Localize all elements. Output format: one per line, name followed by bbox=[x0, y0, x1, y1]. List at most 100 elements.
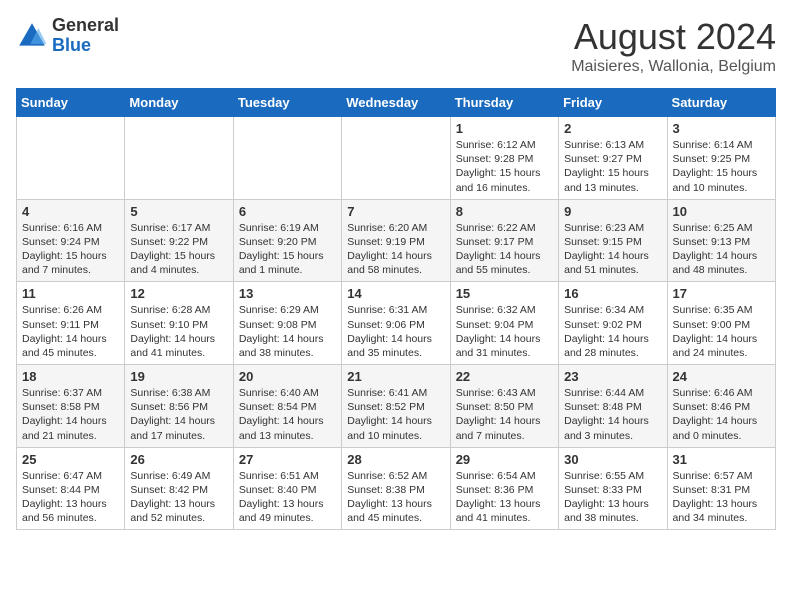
day-info: Sunrise: 6:54 AMSunset: 8:36 PMDaylight:… bbox=[456, 469, 553, 526]
calendar-cell: 27 Sunrise: 6:51 AMSunset: 8:40 PMDayligh… bbox=[233, 447, 341, 530]
calendar-cell: 30 Sunrise: 6:55 AMSunset: 8:33 PMDayligh… bbox=[559, 447, 667, 530]
calendar-cell: 17Sunrise: 6:35 AMSunset: 9:00 PMDayligh… bbox=[667, 282, 775, 365]
days-header-row: SundayMondayTuesdayWednesdayThursdayFrid… bbox=[17, 89, 776, 117]
day-number: 14 bbox=[347, 286, 444, 301]
day-number: 22 bbox=[456, 369, 553, 384]
day-of-week-header: Monday bbox=[125, 89, 233, 117]
calendar-cell: 24 Sunrise: 6:46 AMSunset: 8:46 PMDayligh… bbox=[667, 365, 775, 448]
day-number: 15 bbox=[456, 286, 553, 301]
calendar-cell: 18 Sunrise: 6:37 AMSunset: 8:58 PMDayligh… bbox=[17, 365, 125, 448]
day-number: 7 bbox=[347, 204, 444, 219]
calendar-cell bbox=[233, 117, 341, 200]
logo: General Blue bbox=[16, 16, 119, 56]
day-number: 18 bbox=[22, 369, 119, 384]
day-number: 16 bbox=[564, 286, 661, 301]
day-number: 25 bbox=[22, 452, 119, 467]
day-number: 4 bbox=[22, 204, 119, 219]
calendar-cell: 13Sunrise: 6:29 AMSunset: 9:08 PMDayligh… bbox=[233, 282, 341, 365]
day-info: Sunrise: 6:29 AMSunset: 9:08 PMDaylight:… bbox=[239, 303, 336, 360]
calendar-week-row: 25Sunrise: 6:47 AMSunset: 8:44 PMDayligh… bbox=[17, 447, 776, 530]
calendar-week-row: 18 Sunrise: 6:37 AMSunset: 8:58 PMDayligh… bbox=[17, 365, 776, 448]
calendar-cell: 5Sunrise: 6:17 AMSunset: 9:22 PMDaylight… bbox=[125, 199, 233, 282]
logo-general-text: General bbox=[52, 16, 119, 36]
day-number: 12 bbox=[130, 286, 227, 301]
calendar-cell: 7Sunrise: 6:20 AMSunset: 9:19 PMDaylight… bbox=[342, 199, 450, 282]
logo-blue-text: Blue bbox=[52, 36, 119, 56]
calendar-cell: 28 Sunrise: 6:52 AMSunset: 8:38 PMDayligh… bbox=[342, 447, 450, 530]
day-info: Sunrise: 6:51 AMSunset: 8:40 PMDaylight:… bbox=[239, 469, 336, 526]
day-info: Sunrise: 6:34 AMSunset: 9:02 PMDaylight:… bbox=[564, 303, 661, 360]
calendar-cell: 9 Sunrise: 6:23 AMSunset: 9:15 PMDaylight… bbox=[559, 199, 667, 282]
day-info: Sunrise: 6:23 AMSunset: 9:15 PMDaylight:… bbox=[564, 221, 661, 278]
location-subtitle: Maisieres, Wallonia, Belgium bbox=[571, 58, 776, 76]
day-number: 20 bbox=[239, 369, 336, 384]
title-area: August 2024 Maisieres, Wallonia, Belgium bbox=[571, 16, 776, 76]
day-number: 29 bbox=[456, 452, 553, 467]
day-number: 31 bbox=[673, 452, 770, 467]
calendar-cell bbox=[342, 117, 450, 200]
calendar-table: SundayMondayTuesdayWednesdayThursdayFrid… bbox=[16, 88, 776, 530]
day-info: Sunrise: 6:32 AMSunset: 9:04 PMDaylight:… bbox=[456, 303, 553, 360]
day-number: 23 bbox=[564, 369, 661, 384]
calendar-cell: 15 Sunrise: 6:32 AMSunset: 9:04 PMDayligh… bbox=[450, 282, 558, 365]
day-number: 30 bbox=[564, 452, 661, 467]
day-info: Sunrise: 6:49 AMSunset: 8:42 PMDaylight:… bbox=[130, 469, 227, 526]
day-info: Sunrise: 6:37 AMSunset: 8:58 PMDaylight:… bbox=[22, 386, 119, 443]
day-number: 21 bbox=[347, 369, 444, 384]
day-info: Sunrise: 6:19 AMSunset: 9:20 PMDaylight:… bbox=[239, 221, 336, 278]
day-number: 2 bbox=[564, 121, 661, 136]
day-info: Sunrise: 6:26 AMSunset: 9:11 PMDaylight:… bbox=[22, 303, 119, 360]
day-number: 28 bbox=[347, 452, 444, 467]
calendar-cell: 8 Sunrise: 6:22 AMSunset: 9:17 PMDaylight… bbox=[450, 199, 558, 282]
calendar-cell bbox=[125, 117, 233, 200]
day-info: Sunrise: 6:31 AMSunset: 9:06 PMDaylight:… bbox=[347, 303, 444, 360]
day-of-week-header: Sunday bbox=[17, 89, 125, 117]
day-info: Sunrise: 6:57 AMSunset: 8:31 PMDaylight:… bbox=[673, 469, 770, 526]
calendar-cell: 21 Sunrise: 6:41 AMSunset: 8:52 PMDayligh… bbox=[342, 365, 450, 448]
day-of-week-header: Friday bbox=[559, 89, 667, 117]
day-info: Sunrise: 6:35 AMSunset: 9:00 PMDaylight:… bbox=[673, 303, 770, 360]
month-year-title: August 2024 bbox=[571, 16, 776, 58]
day-info: Sunrise: 6:22 AMSunset: 9:17 PMDaylight:… bbox=[456, 221, 553, 278]
calendar-week-row: 1Sunrise: 6:12 AMSunset: 9:28 PMDaylight… bbox=[17, 117, 776, 200]
day-number: 8 bbox=[456, 204, 553, 219]
calendar-cell: 11 Sunrise: 6:26 AMSunset: 9:11 PMDayligh… bbox=[17, 282, 125, 365]
day-number: 10 bbox=[673, 204, 770, 219]
calendar-cell: 10 Sunrise: 6:25 AMSunset: 9:13 PMDayligh… bbox=[667, 199, 775, 282]
calendar-week-row: 4Sunrise: 6:16 AMSunset: 9:24 PMDaylight… bbox=[17, 199, 776, 282]
day-info: Sunrise: 6:17 AMSunset: 9:22 PMDaylight:… bbox=[130, 221, 227, 278]
day-info: Sunrise: 6:25 AMSunset: 9:13 PMDaylight:… bbox=[673, 221, 770, 278]
calendar-cell: 22Sunrise: 6:43 AMSunset: 8:50 PMDayligh… bbox=[450, 365, 558, 448]
day-number: 27 bbox=[239, 452, 336, 467]
day-number: 24 bbox=[673, 369, 770, 384]
calendar-cell: 14 Sunrise: 6:31 AMSunset: 9:06 PMDayligh… bbox=[342, 282, 450, 365]
calendar-cell: 2 Sunrise: 6:13 AMSunset: 9:27 PMDaylight… bbox=[559, 117, 667, 200]
calendar-cell: 4Sunrise: 6:16 AMSunset: 9:24 PMDaylight… bbox=[17, 199, 125, 282]
day-info: Sunrise: 6:46 AMSunset: 8:46 PMDaylight:… bbox=[673, 386, 770, 443]
calendar-cell: 31 Sunrise: 6:57 AMSunset: 8:31 PMDayligh… bbox=[667, 447, 775, 530]
calendar-cell bbox=[17, 117, 125, 200]
calendar-cell: 12 Sunrise: 6:28 AMSunset: 9:10 PMDayligh… bbox=[125, 282, 233, 365]
day-info: Sunrise: 6:55 AMSunset: 8:33 PMDaylight:… bbox=[564, 469, 661, 526]
day-number: 26 bbox=[130, 452, 227, 467]
day-number: 11 bbox=[22, 286, 119, 301]
day-number: 3 bbox=[673, 121, 770, 136]
day-number: 6 bbox=[239, 204, 336, 219]
day-number: 9 bbox=[564, 204, 661, 219]
day-of-week-header: Saturday bbox=[667, 89, 775, 117]
day-info: Sunrise: 6:52 AMSunset: 8:38 PMDaylight:… bbox=[347, 469, 444, 526]
day-of-week-header: Wednesday bbox=[342, 89, 450, 117]
day-info: Sunrise: 6:28 AMSunset: 9:10 PMDaylight:… bbox=[130, 303, 227, 360]
calendar-cell: 16 Sunrise: 6:34 AMSunset: 9:02 PMDayligh… bbox=[559, 282, 667, 365]
day-of-week-header: Tuesday bbox=[233, 89, 341, 117]
calendar-cell: 20 Sunrise: 6:40 AMSunset: 8:54 PMDayligh… bbox=[233, 365, 341, 448]
day-of-week-header: Thursday bbox=[450, 89, 558, 117]
calendar-cell: 3Sunrise: 6:14 AMSunset: 9:25 PMDaylight… bbox=[667, 117, 775, 200]
calendar-cell: 25Sunrise: 6:47 AMSunset: 8:44 PMDayligh… bbox=[17, 447, 125, 530]
calendar-cell: 1Sunrise: 6:12 AMSunset: 9:28 PMDaylight… bbox=[450, 117, 558, 200]
day-info: Sunrise: 6:41 AMSunset: 8:52 PMDaylight:… bbox=[347, 386, 444, 443]
day-number: 1 bbox=[456, 121, 553, 136]
day-info: Sunrise: 6:13 AMSunset: 9:27 PMDaylight:… bbox=[564, 138, 661, 195]
calendar-cell: 19Sunrise: 6:38 AMSunset: 8:56 PMDayligh… bbox=[125, 365, 233, 448]
day-info: Sunrise: 6:40 AMSunset: 8:54 PMDaylight:… bbox=[239, 386, 336, 443]
